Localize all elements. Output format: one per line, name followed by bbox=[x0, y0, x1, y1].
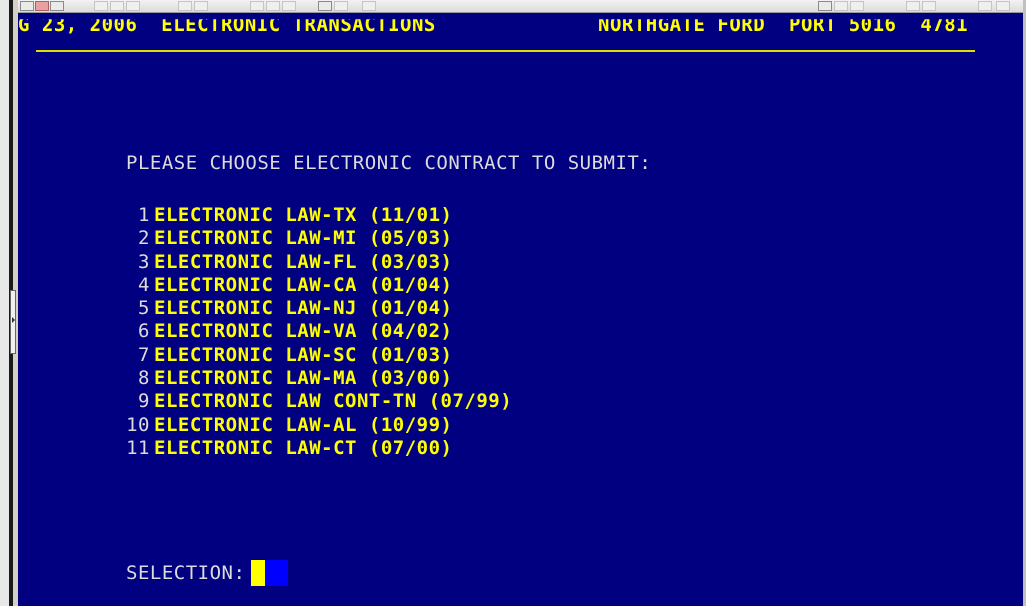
menu-item-number: 8 bbox=[138, 367, 150, 390]
menu-item-number: 1 bbox=[138, 204, 150, 226]
menu-item-label: ELECTRONIC LAW-FL (03/03) bbox=[154, 250, 453, 273]
menu-item-label: ELECTRONIC LAW-MI (05/03) bbox=[154, 227, 453, 250]
splitter-handle[interactable] bbox=[10, 290, 16, 354]
menu-item-fl[interactable]: 3 ELECTRONIC LAW-FL (03/03) bbox=[118, 251, 512, 274]
stop-icon[interactable] bbox=[282, 1, 296, 11]
menu-item-label: ELECTRONIC LAW-CT (07/00) bbox=[154, 436, 453, 459]
menu-item-ca[interactable]: 4 ELECTRONIC LAW-CA (01/04) bbox=[118, 274, 512, 297]
menu-item-number: 9 bbox=[138, 390, 150, 413]
menu-item-tn[interactable]: 9 ELECTRONIC LAW CONT-TN (07/99) bbox=[118, 390, 512, 413]
paste-icon[interactable] bbox=[126, 1, 140, 11]
menu-item-number: 3 bbox=[138, 250, 150, 273]
menu-item-label: ELECTRONIC LAW-MA (03/00) bbox=[154, 367, 453, 390]
about-icon[interactable] bbox=[996, 1, 1010, 11]
transfer-icon[interactable] bbox=[334, 1, 348, 11]
menu-item-al[interactable]: 10 ELECTRONIC LAW-AL (10/99) bbox=[118, 414, 512, 437]
expand-arrow-icon bbox=[12, 317, 15, 323]
capture-icon[interactable] bbox=[318, 1, 332, 11]
contract-menu: 1 ELECTRONIC LAW-TX (11/01) 2 ELECTRONIC L… bbox=[118, 204, 512, 460]
record-icon[interactable] bbox=[250, 1, 264, 11]
new-icon[interactable] bbox=[20, 1, 34, 11]
menu-item-ma[interactable]: 8 ELECTRONIC LAW-MA (03/00) bbox=[118, 367, 512, 390]
menu-item-ct[interactable]: 11 ELECTRONIC LAW-CT (07/00) bbox=[118, 437, 512, 460]
undo-icon[interactable] bbox=[178, 1, 192, 11]
menu-item-label: ELECTRONIC LAW-TX (11/01) bbox=[154, 204, 453, 226]
selection-input[interactable] bbox=[265, 560, 289, 586]
help-icon[interactable] bbox=[978, 1, 992, 11]
menu-item-number: 5 bbox=[138, 297, 150, 320]
menu-item-label: ELECTRONIC LAW CONT-TN (07/99) bbox=[154, 390, 513, 413]
script-icon[interactable] bbox=[922, 1, 936, 11]
copy-icon[interactable] bbox=[110, 1, 124, 11]
menu-item-tx[interactable]: 1 ELECTRONIC LAW-TX (11/01) bbox=[118, 204, 512, 227]
menu-item-sc[interactable]: 7 ELECTRONIC LAW-SC (01/03) bbox=[118, 344, 512, 367]
macro-icon[interactable] bbox=[906, 1, 920, 11]
selection-label: SELECTION: bbox=[126, 562, 246, 584]
header-title: G 23, 2006 ELECTRONIC TRANSACTIONS bbox=[18, 13, 436, 37]
play-icon[interactable] bbox=[266, 1, 280, 11]
menu-item-number: 4 bbox=[138, 273, 150, 296]
menu-item-number: 6 bbox=[138, 320, 150, 343]
menu-item-va[interactable]: 6 ELECTRONIC LAW-VA (04/02) bbox=[118, 320, 512, 343]
menu-item-number: 2 bbox=[138, 227, 150, 250]
menu-item-label: ELECTRONIC LAW-CA (01/04) bbox=[154, 273, 453, 296]
connect-icon[interactable] bbox=[818, 1, 832, 11]
header-dealer-info: NORTHGATE FORD PORT 5016 4781 bbox=[598, 13, 969, 37]
text-cursor bbox=[251, 560, 266, 586]
keyboard-icon[interactable] bbox=[850, 1, 864, 11]
menu-item-nj[interactable]: 5 ELECTRONIC LAW-NJ (01/04) bbox=[118, 297, 512, 320]
print-icon[interactable] bbox=[35, 1, 49, 11]
selection-row: SELECTION: bbox=[126, 560, 289, 586]
terminal-screen[interactable]: G 23, 2006 ELECTRONIC TRANSACTIONS NORTH… bbox=[18, 0, 1023, 606]
redo-icon[interactable] bbox=[194, 1, 208, 11]
cut-icon[interactable] bbox=[94, 1, 108, 11]
settings-icon[interactable] bbox=[362, 1, 376, 11]
header-divider bbox=[36, 50, 975, 52]
menu-item-number: 7 bbox=[138, 343, 150, 366]
menu-item-label: ELECTRONIC LAW-SC (01/03) bbox=[154, 343, 453, 366]
save-icon[interactable] bbox=[50, 1, 64, 11]
menu-item-mi[interactable]: 2 ELECTRONIC LAW-MI (05/03) bbox=[118, 227, 512, 250]
toolbar-strip bbox=[18, 0, 1023, 13]
disconnect-icon[interactable] bbox=[834, 1, 848, 11]
menu-item-label: ELECTRONIC LAW-NJ (01/04) bbox=[154, 297, 453, 320]
menu-item-label: ELECTRONIC LAW-AL (10/99) bbox=[154, 413, 453, 436]
menu-prompt: PLEASE CHOOSE ELECTRONIC CONTRACT TO SUB… bbox=[126, 152, 652, 174]
menu-item-number: 11 bbox=[126, 436, 150, 459]
menu-item-label: ELECTRONIC LAW-VA (04/02) bbox=[154, 320, 453, 343]
menu-item-number: 10 bbox=[126, 413, 150, 436]
